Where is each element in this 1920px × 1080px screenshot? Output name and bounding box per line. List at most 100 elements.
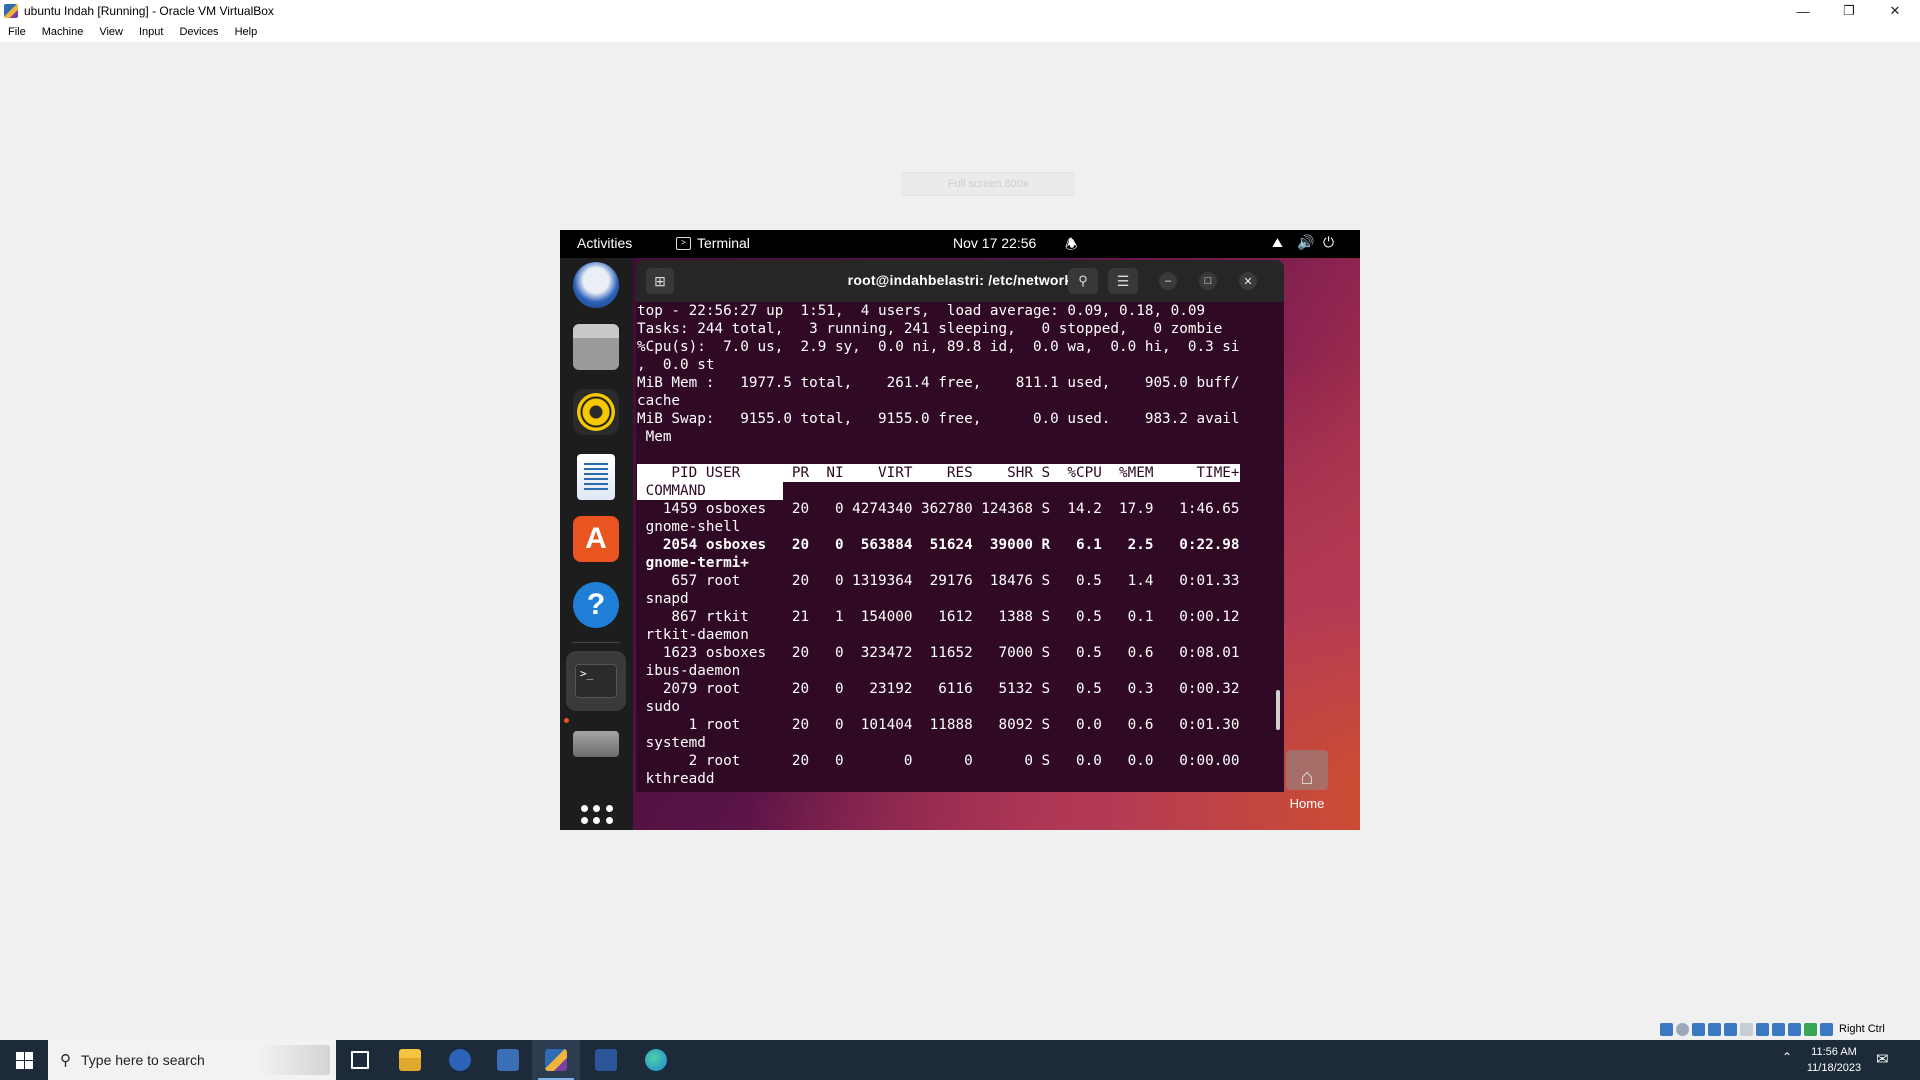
rhythmbox-icon[interactable] [573, 389, 619, 435]
search-highlight-image [258, 1045, 330, 1075]
running-indicator [564, 718, 569, 723]
gnome-top-bar: Activities > Terminal Nov 17 22:56 🕭 ⛰ 🔊… [560, 230, 1360, 258]
word-icon[interactable] [582, 1040, 630, 1080]
file-explorer-icon[interactable] [386, 1040, 434, 1080]
top-summary-line: , 0.0 st [637, 357, 715, 373]
terminal-dock-icon[interactable]: >_ [566, 651, 626, 711]
search-icon: ⚲ [60, 1052, 71, 1069]
process-command: systemd [637, 735, 706, 751]
terminal-window[interactable]: ⊞ root@indahbelastri: /etc/network ⚲ ☰ –… [636, 260, 1284, 792]
usb-icon[interactable] [1724, 1022, 1737, 1036]
app-menu[interactable]: > Terminal [676, 235, 750, 251]
terminal-line: COMMAND [637, 482, 1277, 500]
guest-additions-icon[interactable] [1804, 1022, 1817, 1036]
shared-folders-icon[interactable] [1740, 1022, 1753, 1036]
restore-button[interactable]: ❐ [1826, 0, 1872, 22]
search-placeholder: Type here to search [81, 1052, 205, 1068]
process-row: 1459 osboxes 20 0 4274340 362780 124368 … [637, 501, 1240, 517]
process-command: gnome-termi+ [637, 555, 749, 571]
thunderbird-icon[interactable] [573, 262, 619, 308]
desktop-home-label: Home [1289, 796, 1325, 811]
volume-icon[interactable]: 🔊 [1297, 234, 1314, 251]
process-command: sudo [637, 699, 681, 715]
dock-separator [572, 642, 620, 643]
process-row: 657 root 20 0 1319364 29176 18476 S 0.5 … [637, 573, 1240, 589]
thunderbird-taskbar-icon[interactable] [436, 1040, 484, 1080]
menu-devices[interactable]: Devices [171, 26, 226, 38]
vm-screen[interactable]: Activities > Terminal Nov 17 22:56 🕭 ⛰ 🔊… [560, 230, 1360, 830]
vm-mini-toolbar[interactable]: Full screen 800x [902, 172, 1074, 196]
start-button[interactable] [0, 1040, 48, 1080]
terminal-scrollbar[interactable] [1276, 690, 1280, 730]
process-row: 867 rtkit 21 1 154000 1612 1388 S 0.5 0.… [637, 609, 1240, 625]
ubuntu-software-icon[interactable]: A [573, 516, 619, 562]
optical-drive-icon[interactable] [1676, 1022, 1689, 1036]
top-summary-line: MiB Swap: 9155.0 total, 9155.0 free, 0.0… [637, 411, 1240, 427]
files-icon[interactable] [573, 324, 619, 370]
notifications-icon[interactable]: ✉ [1876, 1050, 1889, 1068]
power-icon[interactable]: ⏻ [1323, 234, 1334, 251]
taskbar-clock[interactable]: 11:56 AM 11/18/2023 [1796, 1044, 1872, 1076]
terminal-headerbar: ⊞ root@indahbelastri: /etc/network ⚲ ☰ –… [636, 260, 1284, 302]
top-summary-line: top - 22:56:27 up 1:51, 4 users, load av… [637, 303, 1206, 319]
edge-icon[interactable] [632, 1040, 680, 1080]
home-folder-icon: ⌂ [1286, 750, 1328, 790]
vm-status-bar: Right Ctrl [1660, 1020, 1885, 1038]
drive-icon[interactable] [573, 731, 619, 757]
notification-bell-icon: 🕭 [1065, 236, 1078, 252]
virtualbox-app-icon [4, 4, 18, 18]
process-command: snapd [637, 591, 689, 607]
task-view-icon[interactable] [336, 1040, 384, 1080]
hamburger-menu-icon[interactable]: ☰ [1108, 268, 1138, 294]
terminal-icon: > [676, 236, 691, 250]
ubuntu-dock: A ? >_ [560, 258, 633, 830]
network-icon[interactable]: ⛰ [1272, 235, 1283, 251]
menu-view[interactable]: View [91, 26, 131, 38]
process-table-header: COMMAND [637, 482, 784, 500]
close-button[interactable]: ✕ [1872, 0, 1918, 22]
terminal-output[interactable]: top - 22:56:27 up 1:51, 4 users, load av… [636, 302, 1277, 792]
audio-icon[interactable] [1692, 1022, 1705, 1036]
process-command: rtkit-daemon [637, 627, 749, 643]
terminal-maximize-button[interactable]: □ [1199, 272, 1217, 290]
app-menu-label: Terminal [697, 235, 750, 251]
windows-logo-icon [15, 1051, 33, 1069]
mouse-integration-icon[interactable] [1820, 1022, 1833, 1036]
minimize-button[interactable]: — [1780, 0, 1826, 22]
virtualbox-menubar: File Machine View Input Devices Help [0, 22, 1920, 42]
hdd-icon[interactable] [1660, 1022, 1673, 1036]
process-row: 2054 osboxes 20 0 563884 51624 39000 R 6… [637, 537, 1240, 553]
virtualbox-vm-taskbar-icon[interactable] [532, 1040, 580, 1080]
show-apps-grid-icon[interactable] [581, 805, 613, 830]
tray-overflow-chevron-icon[interactable]: ⌃ [1782, 1050, 1792, 1064]
terminal-minimize-button[interactable]: – [1159, 272, 1177, 290]
help-icon[interactable]: ? [573, 582, 619, 628]
search-icon[interactable]: ⚲ [1068, 268, 1098, 294]
libreoffice-writer-icon[interactable] [577, 454, 615, 500]
desktop-home-folder[interactable]: ⌂ Home [1275, 750, 1339, 811]
menu-file[interactable]: File [0, 26, 34, 38]
top-summary-line: Tasks: 244 total, 3 running, 241 sleepin… [637, 321, 1223, 337]
terminal-line: PID USER PR NI VIRT RES SHR S %CPU %MEM … [637, 464, 1277, 482]
menu-machine[interactable]: Machine [34, 26, 92, 38]
virtualbox-titlebar: ubuntu Indah [Running] - Oracle VM Virtu… [0, 0, 1920, 22]
virtualbox-manager-icon[interactable] [484, 1040, 532, 1080]
activities-button[interactable]: Activities [577, 235, 632, 251]
process-command: gnome-shell [637, 519, 741, 535]
process-command: ibus-daemon [637, 663, 741, 679]
recording-icon[interactable] [1772, 1022, 1785, 1036]
window-title: ubuntu Indah [Running] - Oracle VM Virtu… [24, 4, 274, 18]
windows-taskbar: ⚲ Type here to search ⌃ 11:56 AM 11/18/2… [0, 1040, 1920, 1080]
taskbar-time: 11:56 AM [1811, 1046, 1857, 1058]
menu-help[interactable]: Help [227, 26, 266, 38]
process-command: kthreadd [637, 771, 715, 787]
cpu-icon[interactable] [1788, 1022, 1801, 1036]
display-icon[interactable] [1756, 1022, 1769, 1036]
menu-input[interactable]: Input [131, 26, 171, 38]
clock[interactable]: Nov 17 22:56 [953, 235, 1036, 251]
taskbar-search-box[interactable]: ⚲ Type here to search [48, 1040, 336, 1080]
terminal-close-button[interactable]: ✕ [1239, 272, 1257, 290]
top-summary-line: MiB Mem : 1977.5 total, 261.4 free, 811.… [637, 375, 1240, 391]
network-adapter-icon[interactable] [1708, 1022, 1721, 1036]
process-row: 1 root 20 0 101404 11888 8092 S 0.0 0.6 … [637, 717, 1240, 733]
